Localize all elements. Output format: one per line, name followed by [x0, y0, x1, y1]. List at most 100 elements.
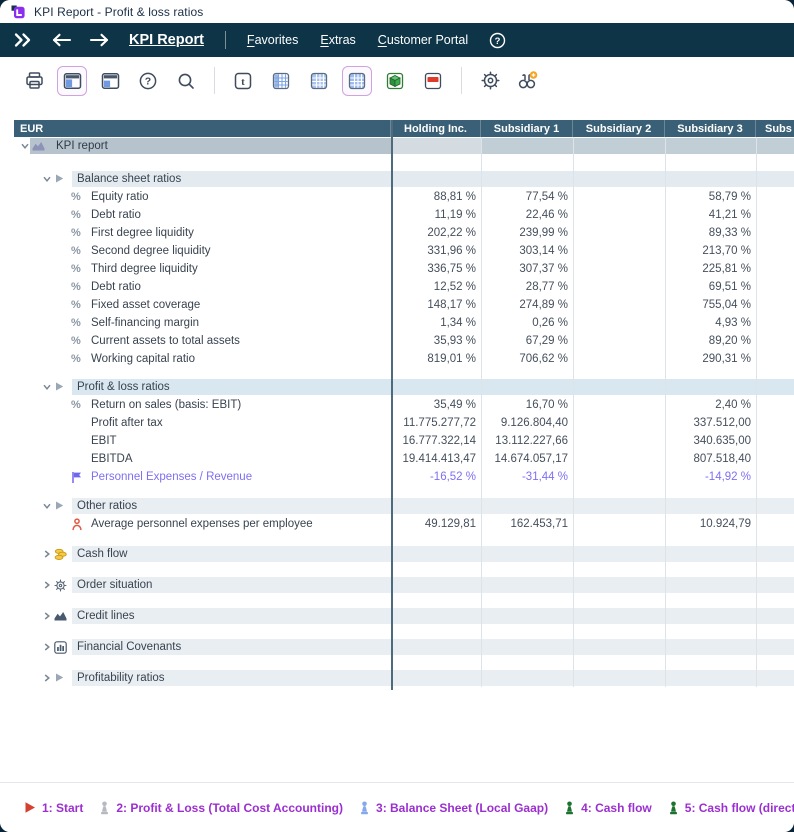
value-cell[interactable]: 225,81 %: [665, 263, 751, 275]
chevron-right-icon[interactable]: [42, 580, 52, 590]
value-cell[interactable]: 337.512,00: [665, 417, 751, 429]
value-cell[interactable]: 336,75 %: [391, 263, 476, 275]
column-header-subsidiary-2[interactable]: Subsidiary 2: [573, 120, 665, 137]
row-return-on-sales-basis-ebit[interactable]: %Return on sales (basis: EBIT)35,49 %16,…: [14, 396, 794, 414]
collapse-sidebar-icon[interactable]: [12, 32, 34, 48]
column-header-subs[interactable]: Subs: [756, 120, 794, 137]
row-order-situation[interactable]: Order situation: [14, 576, 794, 594]
row-kpi-report[interactable]: KPI report: [14, 137, 794, 155]
chevron-right-icon[interactable]: [42, 673, 52, 683]
value-cell[interactable]: 14.674.057,17: [481, 453, 568, 465]
value-cell[interactable]: 2,40 %: [665, 399, 751, 411]
value-cell[interactable]: 12,52 %: [391, 281, 476, 293]
value-cell[interactable]: 307,37 %: [481, 263, 568, 275]
row-second-degree-liquidity[interactable]: %Second degree liquidity331,96 %303,14 %…: [14, 242, 794, 260]
row-average-personnel-expenses-per-employee[interactable]: Average personnel expenses per employee4…: [14, 515, 794, 533]
back-arrow-icon[interactable]: [51, 33, 72, 47]
value-cell[interactable]: 69,51 %: [665, 281, 751, 293]
value-cell[interactable]: 0,26 %: [481, 317, 568, 329]
forward-arrow-icon[interactable]: [89, 33, 110, 47]
value-cell[interactable]: 706,62 %: [481, 353, 568, 365]
chevron-right-icon[interactable]: [42, 642, 52, 652]
row-cash-flow[interactable]: Cash flow: [14, 545, 794, 563]
value-cell[interactable]: 10.924,79: [665, 518, 751, 530]
cube-view-button[interactable]: [380, 66, 410, 96]
value-cell[interactable]: 290,31 %: [665, 353, 751, 365]
row-debt-ratio[interactable]: %Debt ratio11,19 %22,46 %41,21 %: [14, 206, 794, 224]
table-view-active-button[interactable]: [342, 66, 372, 96]
value-cell[interactable]: -14,92 %: [665, 471, 751, 483]
value-cell[interactable]: 303,14 %: [481, 245, 568, 257]
chevron-right-icon[interactable]: [42, 611, 52, 621]
layout-split-button[interactable]: [95, 66, 125, 96]
sheet-tab-4-cash-flow[interactable]: 4: Cash flow: [564, 801, 652, 815]
row-personnel-expenses-revenue[interactable]: Personnel Expenses / Revenue-16,52 %-31,…: [14, 468, 794, 486]
value-cell[interactable]: 213,70 %: [665, 245, 751, 257]
chevron-down-icon[interactable]: [42, 501, 52, 511]
value-cell[interactable]: 819,01 %: [391, 353, 476, 365]
value-cell[interactable]: 202,22 %: [391, 227, 476, 239]
row-profit-loss-ratios[interactable]: Profit & loss ratios: [14, 378, 794, 396]
value-cell[interactable]: 77,54 %: [481, 191, 568, 203]
sheet-tab-5-cash-flow-direct[interactable]: 5: Cash flow (direct: [668, 801, 794, 815]
table-view-filled-button[interactable]: [304, 66, 334, 96]
row-equity-ratio[interactable]: %Equity ratio88,81 %77,54 %58,79 %: [14, 188, 794, 206]
help-button[interactable]: ?: [133, 66, 163, 96]
value-cell[interactable]: 22,46 %: [481, 209, 568, 221]
value-cell[interactable]: 239,99 %: [481, 227, 568, 239]
value-cell[interactable]: 58,79 %: [665, 191, 751, 203]
value-cell[interactable]: 274,89 %: [481, 299, 568, 311]
row-ebit[interactable]: EBIT16.777.322,1413.112.227,66340.635,00: [14, 432, 794, 450]
value-cell[interactable]: 755,04 %: [665, 299, 751, 311]
value-cell[interactable]: 11.775.277,72: [391, 417, 476, 429]
value-cell[interactable]: 89,33 %: [665, 227, 751, 239]
search-values-button[interactable]: [513, 66, 543, 96]
value-cell[interactable]: 340.635,00: [665, 435, 751, 447]
nav-help-icon[interactable]: ?: [489, 32, 506, 49]
value-cell[interactable]: 11,19 %: [391, 209, 476, 221]
chevron-down-icon[interactable]: [42, 382, 52, 392]
row-profit-after-tax[interactable]: Profit after tax11.775.277,729.126.804,4…: [14, 414, 794, 432]
value-cell[interactable]: 16,70 %: [481, 399, 568, 411]
value-cell[interactable]: 148,17 %: [391, 299, 476, 311]
row-self-financing-margin[interactable]: %Self-financing margin1,34 %0,26 %4,93 %: [14, 314, 794, 332]
sheet-tab-3-balance-sheet-local-gaap[interactable]: 3: Balance Sheet (Local Gaap): [359, 801, 548, 815]
row-profitability-ratios[interactable]: Profitability ratios: [14, 669, 794, 687]
nav-menu-favorites[interactable]: Favorites: [247, 33, 298, 47]
value-cell[interactable]: 9.126.804,40: [481, 417, 568, 429]
row-current-assets-to-total-assets[interactable]: %Current assets to total assets35,93 %67…: [14, 332, 794, 350]
row-financial-covenants[interactable]: Financial Covenants: [14, 638, 794, 656]
search-button[interactable]: [171, 66, 201, 96]
value-cell[interactable]: 13.112.227,66: [481, 435, 568, 447]
value-cell[interactable]: 28,77 %: [481, 281, 568, 293]
value-cell[interactable]: 1,34 %: [391, 317, 476, 329]
row-working-capital-ratio[interactable]: %Working capital ratio819,01 %706,62 %29…: [14, 350, 794, 368]
layout-master-detail-button[interactable]: [57, 66, 87, 96]
settings-button[interactable]: [475, 66, 505, 96]
value-cell[interactable]: 49.129,81: [391, 518, 476, 530]
chevron-right-icon[interactable]: [42, 549, 52, 559]
report-view-button[interactable]: [418, 66, 448, 96]
value-cell[interactable]: 16.777.322,14: [391, 435, 476, 447]
column-header-subsidiary-3[interactable]: Subsidiary 3: [665, 120, 756, 137]
value-cell[interactable]: 67,29 %: [481, 335, 568, 347]
column-header-eur[interactable]: EUR: [14, 120, 391, 137]
row-other-ratios[interactable]: Other ratios: [14, 497, 794, 515]
nav-menu-customer-portal[interactable]: Customer Portal: [378, 33, 468, 47]
table-view-compact-button[interactable]: [266, 66, 296, 96]
value-cell[interactable]: 331,96 %: [391, 245, 476, 257]
value-cell[interactable]: 89,20 %: [665, 335, 751, 347]
value-cell[interactable]: 807.518,40: [665, 453, 751, 465]
value-cell[interactable]: 162.453,71: [481, 518, 568, 530]
chevron-down-icon[interactable]: [42, 174, 52, 184]
value-cell[interactable]: -31,44 %: [481, 471, 568, 483]
value-cell[interactable]: 41,21 %: [665, 209, 751, 221]
chevron-down-icon[interactable]: [20, 141, 30, 151]
row-first-degree-liquidity[interactable]: %First degree liquidity202,22 %239,99 %8…: [14, 224, 794, 242]
sheet-tab-1-start[interactable]: 1: Start: [24, 801, 83, 815]
text-view-button[interactable]: t: [228, 66, 258, 96]
value-cell[interactable]: 35,93 %: [391, 335, 476, 347]
value-cell[interactable]: 35,49 %: [391, 399, 476, 411]
row-third-degree-liquidity[interactable]: %Third degree liquidity336,75 %307,37 %2…: [14, 260, 794, 278]
row-credit-lines[interactable]: Credit lines: [14, 607, 794, 625]
